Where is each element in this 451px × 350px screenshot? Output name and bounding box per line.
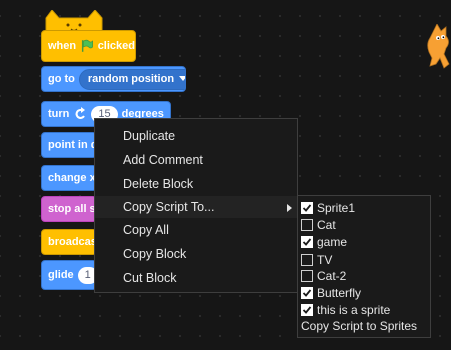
checkmark-icon (302, 204, 312, 212)
change-x-block[interactable]: change x (41, 165, 97, 191)
sprite-checkbox[interactable] (301, 287, 313, 299)
menu-item-copy-block[interactable]: Copy Block (95, 243, 297, 265)
stop-label: stop all so (48, 203, 97, 215)
sprite-option-label: Cat (317, 218, 336, 232)
change-label: change x (48, 172, 96, 184)
copy-script-to-label: Copy Script To... (123, 200, 215, 214)
go-to-target-value: random position (87, 73, 175, 85)
sprite-option[interactable]: game (301, 234, 347, 250)
submenu-arrow-icon (287, 204, 292, 212)
copy-script-to-sprites-button[interactable]: Copy Script to Sprites (301, 319, 417, 333)
green-flag-icon (82, 39, 94, 52)
checkmark-icon (302, 289, 312, 297)
sprite-checkbox[interactable] (301, 219, 313, 231)
sprite-option-label: this is a sprite (317, 303, 391, 317)
broadcast-block[interactable]: broadcas (41, 229, 97, 255)
sprite-option[interactable]: this is a sprite (301, 302, 390, 318)
go-to-label: go to (48, 73, 75, 85)
turn-label: turn (48, 108, 70, 120)
menu-item-copy-script-to[interactable]: Copy Script To... (95, 196, 297, 218)
sprite-option-label: TV (317, 253, 333, 267)
hat-clicked-label: clicked (97, 40, 135, 52)
glide-label: glide (48, 269, 74, 281)
point-in-direction-block[interactable]: point in di (41, 132, 97, 158)
checkmark-icon (302, 238, 312, 246)
copy-script-submenu: Sprite1 Cat game TV Cat-2 Butterfly this… (297, 195, 431, 338)
sprite-option-label: Butterfly (317, 286, 362, 300)
menu-item-cut-block[interactable]: Cut Block (95, 267, 297, 289)
sprite-option[interactable]: Sprite1 (301, 200, 355, 216)
sprite-checkbox[interactable] (301, 202, 313, 214)
menu-item-add-comment[interactable]: Add Comment (95, 149, 297, 171)
sprite-checkbox[interactable] (301, 236, 313, 248)
menu-item-copy-all[interactable]: Copy All (95, 219, 297, 241)
block-context-menu: Duplicate Add Comment Delete Block Copy … (94, 118, 298, 293)
when-flag-clicked-block[interactable]: when clicked (41, 30, 136, 62)
dropdown-arrow-icon (179, 76, 185, 81)
go-to-block[interactable]: go to random position (41, 66, 186, 92)
sprite-option-label: game (317, 235, 348, 249)
sprite-checkbox[interactable] (301, 270, 313, 282)
glide-block[interactable]: glide 1 (41, 260, 97, 290)
go-to-target-dropdown[interactable]: random position (78, 68, 185, 90)
sprite-option[interactable]: Butterfly (301, 285, 361, 301)
hat-when-label: when (48, 40, 77, 52)
scratch-cat-icon (427, 24, 450, 69)
checkmark-icon (302, 306, 312, 314)
broadcast-label: broadcas (48, 236, 97, 248)
sprite-option[interactable]: TV (301, 252, 332, 268)
point-label: point in di (48, 139, 97, 151)
sprite-option[interactable]: Cat-2 (301, 268, 346, 284)
sprite-option-label: Cat-2 (317, 269, 347, 283)
stop-all-sounds-block[interactable]: stop all so (41, 196, 97, 222)
menu-item-duplicate[interactable]: Duplicate (95, 125, 297, 147)
sprite-checkbox[interactable] (301, 304, 313, 316)
sprite-option[interactable]: Cat (301, 217, 336, 233)
rotate-left-icon (76, 107, 86, 119)
sprite-option-label: Sprite1 (317, 201, 356, 215)
sprite-checkbox[interactable] (301, 254, 313, 266)
menu-item-delete-block[interactable]: Delete Block (95, 173, 297, 195)
